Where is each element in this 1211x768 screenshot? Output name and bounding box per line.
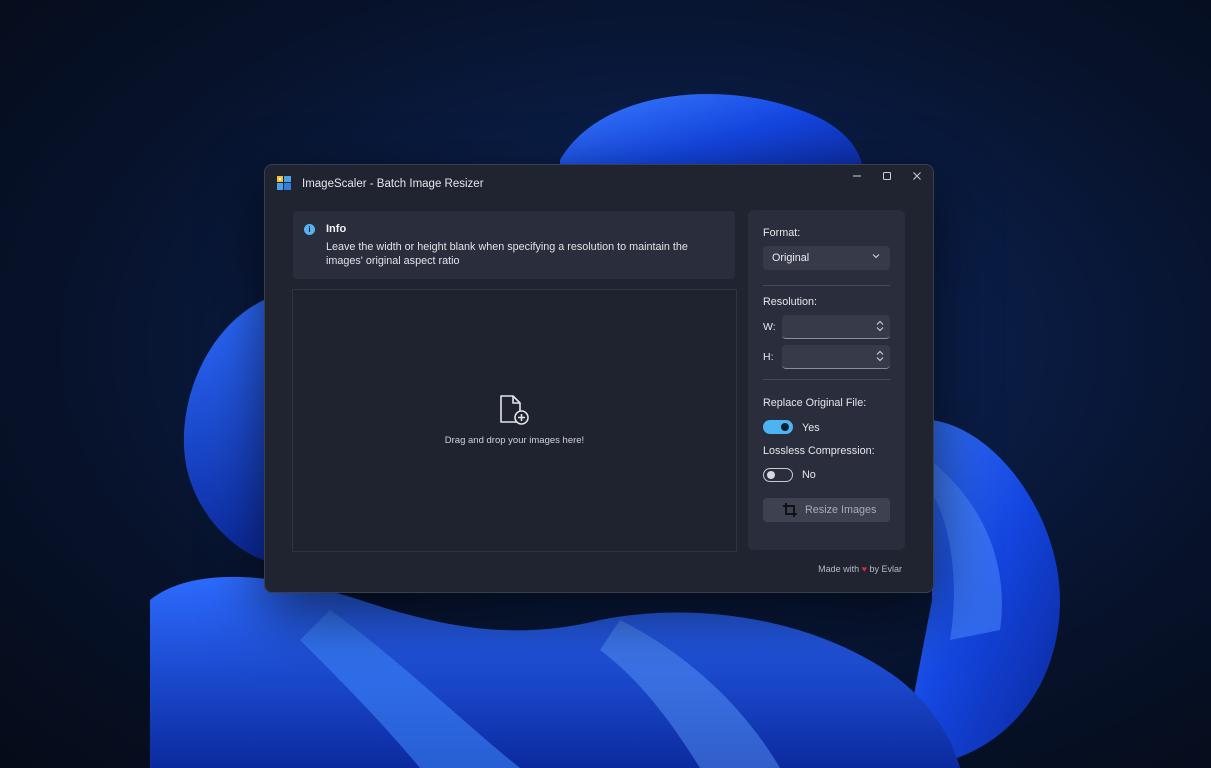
heart-icon: ♥ bbox=[861, 564, 867, 574]
author-text: by Evlar bbox=[869, 564, 902, 574]
image-drop-zone[interactable]: Drag and drop your images here! bbox=[292, 289, 737, 552]
info-icon: i bbox=[304, 224, 315, 235]
info-message: Leave the width or height blank when spe… bbox=[326, 241, 688, 267]
window-title: ImageScaler - Batch Image Resizer bbox=[302, 178, 484, 190]
divider bbox=[763, 379, 890, 380]
resize-images-label: Resize Images bbox=[805, 504, 877, 516]
footer-credit: Made with ♥ by Evlar bbox=[818, 564, 902, 574]
maximize-icon bbox=[883, 172, 891, 180]
replace-original-toggle[interactable] bbox=[763, 420, 793, 434]
close-icon bbox=[913, 172, 921, 180]
resize-images-button[interactable]: Resize Images bbox=[763, 498, 890, 522]
toggle-knob bbox=[767, 471, 775, 479]
minimize-button[interactable] bbox=[842, 165, 872, 187]
close-button[interactable] bbox=[902, 165, 932, 187]
replace-original-state: Yes bbox=[802, 422, 820, 434]
spin-updown-icon[interactable] bbox=[876, 350, 884, 362]
width-label: W: bbox=[763, 321, 776, 333]
replace-original-label: Replace Original File: bbox=[763, 397, 867, 409]
toggle-knob bbox=[781, 423, 789, 431]
app-window: ImageScaler - Batch Image Resizer i Info… bbox=[264, 164, 934, 593]
spin-updown-icon[interactable] bbox=[876, 320, 884, 332]
info-bar: i Info Leave the width or height blank w… bbox=[293, 211, 735, 279]
drop-zone-text: Drag and drop your images here! bbox=[444, 435, 585, 446]
chevron-down-icon bbox=[872, 254, 880, 259]
resolution-label: Resolution: bbox=[763, 296, 818, 308]
format-value: Original bbox=[772, 252, 810, 264]
width-number-box bbox=[782, 315, 890, 339]
divider bbox=[763, 285, 890, 286]
format-dropdown[interactable]: Original bbox=[763, 246, 890, 270]
height-input[interactable] bbox=[782, 345, 884, 368]
lossless-compression-label: Lossless Compression: bbox=[763, 445, 875, 457]
info-title: Info bbox=[326, 223, 347, 235]
title-bar[interactable]: ImageScaler - Batch Image Resizer bbox=[265, 165, 933, 201]
settings-panel: Format: Original Resolution: W: H: Repla… bbox=[748, 210, 905, 550]
minimize-icon bbox=[853, 175, 861, 177]
height-label: H: bbox=[763, 351, 774, 363]
height-number-box bbox=[782, 345, 890, 369]
format-label: Format: bbox=[763, 227, 801, 239]
lossless-compression-toggle[interactable] bbox=[763, 468, 793, 482]
made-with-text: Made with bbox=[818, 564, 860, 574]
file-add-icon bbox=[500, 395, 529, 425]
app-grid-icon bbox=[277, 176, 291, 190]
width-input[interactable] bbox=[782, 315, 884, 338]
lossless-compression-state: No bbox=[802, 469, 816, 481]
maximize-button[interactable] bbox=[872, 165, 902, 187]
crop-icon bbox=[783, 503, 797, 517]
